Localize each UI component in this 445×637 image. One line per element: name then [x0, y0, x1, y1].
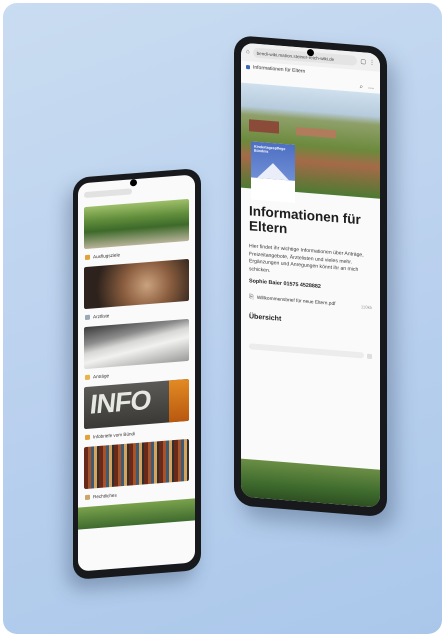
- tabs-icon[interactable]: ▢: [360, 58, 366, 65]
- tile-label: Infobriefe vom Bündi: [93, 430, 136, 439]
- site-logo-icon: [246, 64, 250, 70]
- tile-label: Rechtliches: [93, 492, 117, 499]
- scale-icon: [85, 494, 90, 500]
- tile-label: Anträge: [93, 372, 110, 379]
- phone-right: ⌂ bendi-wiki.mation.steiner-reich-wiki.d…: [234, 35, 387, 518]
- footer-image: [241, 458, 380, 508]
- menu-icon[interactable]: ⋮: [369, 58, 375, 65]
- filter-input[interactable]: [249, 343, 364, 359]
- filter-row: [249, 340, 372, 362]
- tile-image: INFO: [84, 378, 189, 430]
- section-title: Übersicht: [249, 313, 282, 324]
- attachment-name[interactable]: Willkommensbrief für neue Eltern.pdf: [257, 296, 336, 307]
- attachment-size: 110kb: [360, 304, 372, 311]
- phone-left: Ausflugsziele Arztliste Anträge INFO Inf…: [73, 167, 201, 580]
- tile-image: [78, 498, 195, 530]
- search-input[interactable]: [84, 188, 132, 199]
- filter-icon[interactable]: [367, 353, 372, 359]
- phone-left-screen: Ausflugsziele Arztliste Anträge INFO Inf…: [78, 174, 195, 572]
- intro-paragraph: Hier findet ihr wichtige Informationen ü…: [249, 242, 364, 275]
- page-content: Informationen für Eltern Hier findet ihr…: [241, 188, 380, 363]
- tile-ausflugsziele[interactable]: Ausflugsziele: [84, 198, 189, 262]
- page-title: Informationen für Eltern: [249, 203, 361, 237]
- pencil-icon: [85, 374, 90, 380]
- lock-icon: ⌂: [246, 48, 250, 56]
- search-icon[interactable]: ⌕: [360, 84, 363, 91]
- promo-card: Ausflugsziele Arztliste Anträge INFO Inf…: [3, 3, 442, 634]
- url-text: bendi-wiki.mation.steiner-reich-wiki.de: [256, 50, 335, 62]
- tile-label: Arztliste: [93, 312, 110, 319]
- mail-icon: [85, 434, 90, 440]
- tile-arztliste[interactable]: Arztliste: [84, 258, 189, 322]
- phone-right-screen: ⌂ bendi-wiki.mation.steiner-reich-wiki.d…: [241, 42, 380, 508]
- logo-badge: Kindertagespflege Bündnis: [251, 141, 295, 203]
- more-icon[interactable]: ⋯: [368, 84, 374, 91]
- attachment-icon: ⎘: [249, 294, 254, 301]
- tile-infobriefe[interactable]: INFO Infobriefe vom Bündi: [84, 378, 189, 442]
- document-icon: [85, 314, 90, 320]
- badge-text: Kindertagespflege Bündnis: [254, 144, 286, 155]
- tile-rechtliches[interactable]: Rechtliches: [84, 438, 189, 502]
- attachment-row[interactable]: ⎘ Willkommensbrief für neue Eltern.pdf 1…: [249, 294, 372, 311]
- folder-icon: [85, 254, 90, 260]
- tile-label: Ausflugsziele: [93, 251, 121, 259]
- tile-image: [84, 198, 189, 250]
- tile-antraege[interactable]: Anträge: [84, 318, 189, 382]
- camera-dot: [307, 48, 314, 57]
- hero-image: Kindertagespflege Bündnis: [241, 82, 380, 203]
